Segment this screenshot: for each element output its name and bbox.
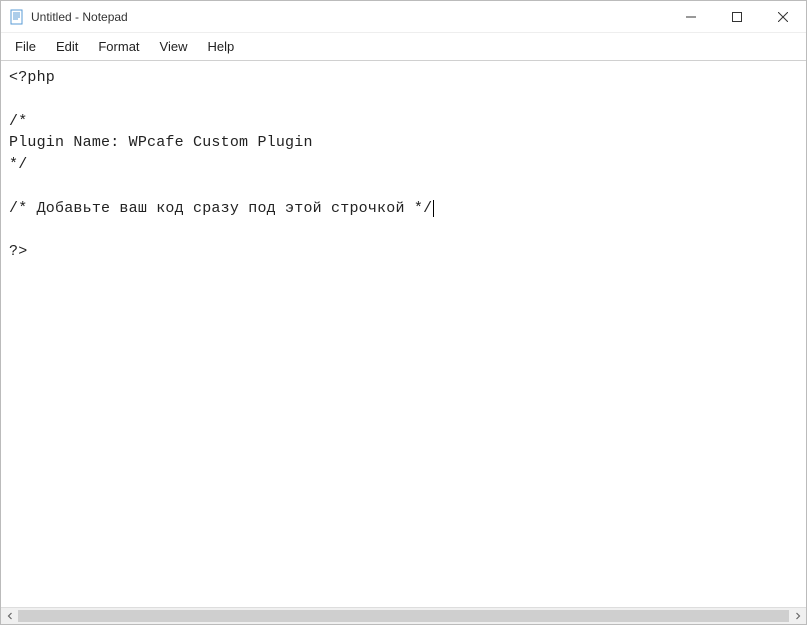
scroll-track[interactable]	[18, 608, 789, 624]
editor-text[interactable]: <?php /* Plugin Name: WPcafe Custom Plug…	[1, 61, 806, 269]
menu-view[interactable]: View	[150, 35, 198, 58]
menu-format[interactable]: Format	[88, 35, 149, 58]
editor-content[interactable]: <?php /* Plugin Name: WPcafe Custom Plug…	[9, 69, 434, 260]
text-caret	[433, 200, 434, 217]
menubar: File Edit Format View Help	[1, 33, 806, 61]
minimize-button[interactable]	[668, 1, 714, 32]
scroll-thumb[interactable]	[18, 610, 789, 622]
window-controls	[668, 1, 806, 32]
menu-help[interactable]: Help	[197, 35, 244, 58]
scroll-left-arrow[interactable]	[1, 608, 18, 624]
notepad-icon	[9, 9, 25, 25]
menu-file[interactable]: File	[5, 35, 46, 58]
close-button[interactable]	[760, 1, 806, 32]
titlebar: Untitled - Notepad	[1, 1, 806, 33]
menu-edit[interactable]: Edit	[46, 35, 88, 58]
horizontal-scrollbar[interactable]	[1, 607, 806, 624]
window-title: Untitled - Notepad	[31, 10, 128, 24]
scroll-right-arrow[interactable]	[789, 608, 806, 624]
editor-area[interactable]: <?php /* Plugin Name: WPcafe Custom Plug…	[1, 61, 806, 607]
maximize-button[interactable]	[714, 1, 760, 32]
